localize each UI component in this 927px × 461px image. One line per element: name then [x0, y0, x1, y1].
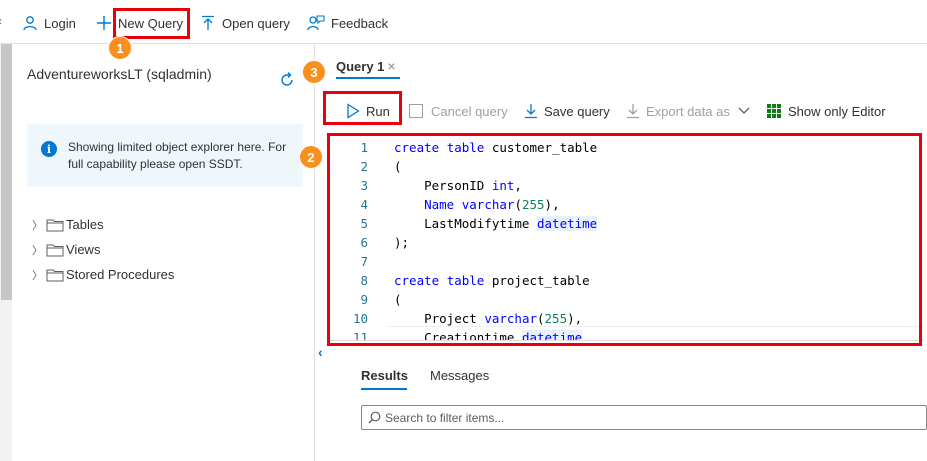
- download-icon: [525, 104, 537, 119]
- code-line: 9(: [360, 292, 402, 307]
- folder-icon: [46, 219, 64, 231]
- code-line: 7: [360, 254, 368, 269]
- new-query-button[interactable]: New Query: [96, 10, 183, 36]
- top-toolbar: ‹ Login New Query Open query Feedback: [0, 0, 927, 44]
- tab-results[interactable]: Results: [361, 368, 408, 383]
- info-icon: i: [41, 141, 57, 157]
- export-icon: [627, 104, 639, 119]
- upload-icon: [202, 15, 214, 30]
- grid-icon: [767, 104, 781, 118]
- tab-query-1[interactable]: Query 1 ×: [336, 54, 396, 78]
- show-only-editor-button[interactable]: Show only Editor: [766, 100, 886, 122]
- query-panel: Query 1 × Run Cancel query Save query Ex…: [316, 44, 927, 461]
- feedback-icon: [307, 15, 325, 31]
- open-query-button[interactable]: Open query: [200, 10, 290, 36]
- tab-messages[interactable]: Messages: [430, 368, 489, 383]
- chevron-right-icon: 〉: [32, 269, 43, 282]
- results-tab-indicator: [361, 388, 407, 390]
- tree-item-label: Stored Procedures: [66, 267, 175, 282]
- object-tree: 〉 Tables 〉 Views 〉 Stored Procedures: [32, 212, 174, 287]
- code-line: 4 Name varchar(255),: [360, 197, 560, 212]
- code-line: 2(: [360, 159, 402, 174]
- open-query-label: Open query: [222, 15, 290, 31]
- play-icon: [347, 103, 360, 119]
- show-editor-label: Show only Editor: [788, 103, 886, 119]
- export-label: Export data as: [646, 103, 730, 119]
- tree-item-views[interactable]: 〉 Views: [32, 237, 174, 262]
- export-data-button[interactable]: Export data as: [626, 100, 750, 122]
- code-line: 11 Creationtime datetime: [330, 328, 924, 340]
- code-line: 8 create table project_table: [360, 273, 590, 288]
- refresh-button[interactable]: [277, 70, 297, 90]
- object-explorer: AdventureworksLT (sqladmin) i Showing li…: [12, 44, 315, 461]
- code-line: 1 create table customer_table: [360, 140, 598, 155]
- chevron-right-icon: 〉: [32, 244, 43, 257]
- feedback-label: Feedback: [331, 15, 389, 31]
- left-scrollbar-thumb[interactable]: [1, 44, 12, 300]
- code-line: 5 LastModifytime datetime: [360, 216, 598, 231]
- code-editor[interactable]: 1 create table customer_table 2( 3 Person…: [330, 136, 924, 341]
- step-badge-3: 3: [302, 60, 326, 84]
- step-badge-1: 1: [108, 36, 132, 60]
- step-badge-2: 2: [299, 145, 323, 169]
- code-line: 3 PersonID int,: [360, 178, 522, 193]
- save-query-button[interactable]: Save query: [524, 100, 610, 122]
- close-icon[interactable]: ×: [387, 58, 395, 74]
- new-query-label: New Query: [118, 15, 184, 31]
- folder-icon: [46, 244, 64, 256]
- run-label: Run: [366, 103, 390, 119]
- collapse-left-icon[interactable]: ‹: [0, 14, 2, 28]
- filter-search-box[interactable]: [361, 405, 927, 430]
- left-scrollbar[interactable]: [0, 44, 12, 461]
- tree-item-label: Views: [66, 242, 101, 257]
- search-icon: [368, 411, 381, 424]
- login-label: Login: [44, 15, 76, 31]
- folder-icon: [46, 269, 64, 281]
- filter-input[interactable]: [385, 410, 905, 425]
- tab-active-indicator: [336, 77, 400, 79]
- info-message: i Showing limited object explorer here. …: [27, 124, 303, 187]
- login-button[interactable]: Login: [22, 10, 76, 36]
- cancel-checkbox-icon: [409, 104, 423, 118]
- save-label: Save query: [544, 103, 610, 119]
- database-title: AdventureworksLT (sqladmin): [27, 66, 212, 82]
- chevron-down-icon: [738, 107, 750, 114]
- info-text: Showing limited object explorer here. Fo…: [68, 140, 287, 171]
- cancel-query-button[interactable]: Cancel query: [409, 100, 508, 122]
- run-button[interactable]: Run: [346, 100, 390, 122]
- tab-label: Query 1: [336, 58, 385, 74]
- feedback-button[interactable]: Feedback: [307, 10, 388, 36]
- chevron-right-icon: 〉: [32, 219, 43, 232]
- tree-item-tables[interactable]: 〉 Tables: [32, 212, 174, 237]
- person-icon: [23, 16, 37, 31]
- tree-item-stored-procedures[interactable]: 〉 Stored Procedures: [32, 262, 174, 287]
- tree-item-label: Tables: [66, 217, 104, 232]
- chevron-left-icon[interactable]: ‹: [318, 344, 323, 360]
- cancel-label: Cancel query: [431, 103, 508, 119]
- plus-icon: [97, 16, 111, 30]
- refresh-icon: [281, 72, 293, 86]
- query-toolbar: Run Cancel query Save query Export data …: [334, 96, 924, 124]
- code-line: 6);: [360, 235, 410, 250]
